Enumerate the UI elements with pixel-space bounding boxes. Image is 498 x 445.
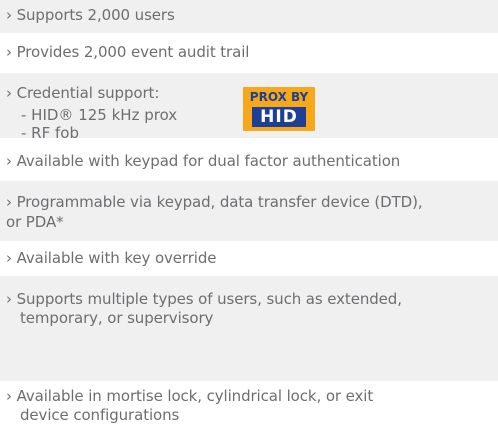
logo-top-text: PROX BY [249,90,309,104]
hid-prox-logo: PROX BY HID [243,87,315,131]
feature-item-programmable: › Programmable via keypad, data transfer… [0,181,498,241]
feature-text: › Available with key override [6,249,217,267]
credential-type-prox: - HID® 125 kHz prox [21,106,178,124]
feature-text: › Supports 2,000 users [6,6,175,24]
feature-item-audit-trail: › Provides 2,000 event audit trail [0,33,498,73]
feature-item-dual-factor: › Available with keypad for dual factor … [0,138,498,181]
feature-text-continued: device configurations [20,406,180,424]
logo-brand-text: HID [252,107,306,127]
feature-text: › Available in mortise lock, cylindrical… [6,387,374,405]
feature-list: › Supports 2,000 users › Provides 2,000 … [0,0,498,445]
feature-item-lock-configurations: › Available in mortise lock, cylindrical… [0,381,498,445]
feature-text: › Programmable via keypad, data transfer… [6,193,423,211]
feature-item-user-types: › Supports multiple types of users, such… [0,276,498,381]
feature-text: › Provides 2,000 event audit trail [6,43,250,61]
feature-item-supports-users: › Supports 2,000 users [0,0,498,33]
feature-text: › Credential support: [6,84,160,102]
feature-text-continued: or PDA* [6,213,64,231]
feature-text-continued: temporary, or supervisory [20,309,214,327]
feature-text: › Supports multiple types of users, such… [6,290,402,308]
feature-text: › Available with keypad for dual factor … [6,152,401,170]
feature-item-key-override: › Available with key override [0,241,498,276]
